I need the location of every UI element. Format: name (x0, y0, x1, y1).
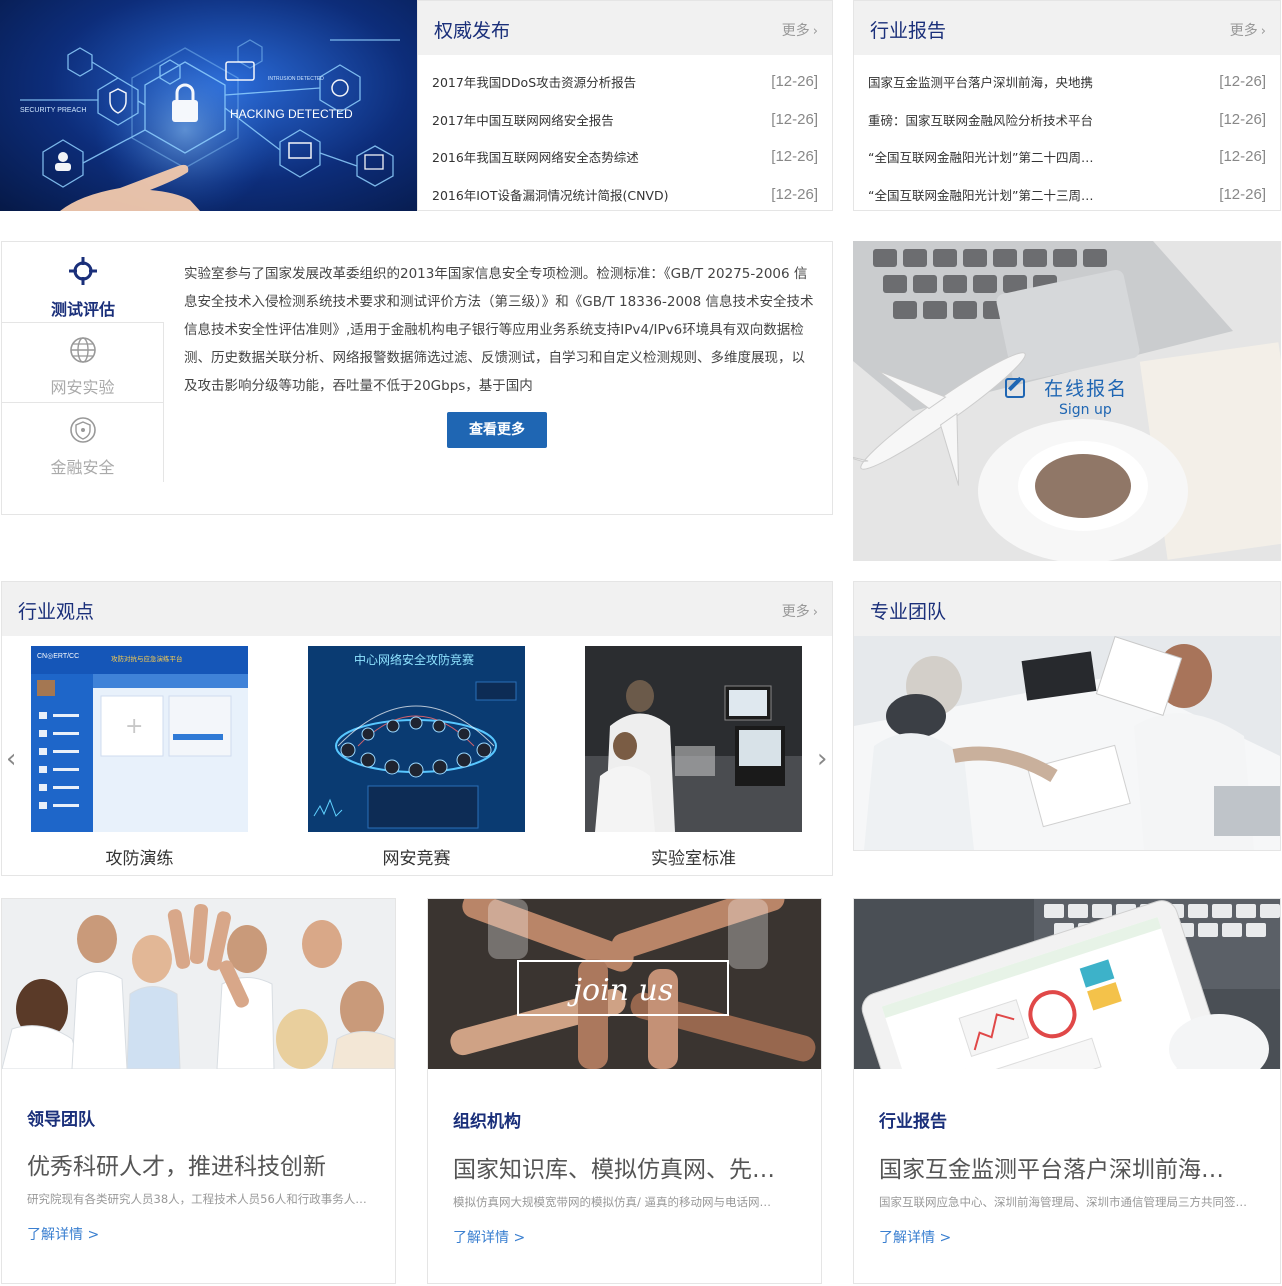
industry-report-panel: 行业报告 更多 › 国家互金监测平台落户深圳前海，央地携 [12-26] 重磅：国家… (853, 0, 1281, 211)
news-item[interactable]: 2017年我国DDoS攻击资源分析报告 [12-26] (432, 63, 818, 101)
news-item[interactable]: 2016年我国互联网网络安全态势综述 [12-26] (432, 138, 818, 176)
tab-content-text: 实验室参与了国家发展改革委组织的2013年国家信息安全专项检测。检测标准：《GB… (184, 266, 814, 394)
hexagon-network-graphic: SECURITY PREACH HACKING DETECTED INTRUSI… (20, 39, 400, 211)
shield-icon (69, 417, 96, 443)
signup-title: 在线报名 (1044, 378, 1129, 400)
authority-news-list: 2017年我国DDoS攻击资源分析报告 [12-26] 2017年中国互联网网络安… (418, 55, 832, 213)
globe-icon (69, 337, 96, 363)
team-title: 专业团队 (870, 601, 947, 623)
news-item[interactable]: “全国互联网金融阳光计划”第二十四周… [12-26] (868, 138, 1266, 176)
team-header: 专业团队 (854, 582, 1280, 636)
signup-subtitle: Sign up (1059, 402, 1112, 418)
card-category: 组织机构 (453, 1112, 521, 1132)
carousel-card-attack-defense[interactable]: CN◎ERT/CC 攻防对抗与应急演练平台 + 攻防演练 (31, 646, 248, 869)
crosshair-icon (69, 257, 97, 285)
tab-label: 网安实验 (50, 378, 115, 397)
tab-financial-security[interactable]: 金融安全 (2, 402, 164, 482)
carousel-next-arrow[interactable]: › (817, 744, 827, 774)
tab-test-evaluation[interactable]: 测试评估 (2, 242, 164, 322)
card-headline[interactable]: 国家知识库、模拟仿真网、先… (453, 1150, 798, 1184)
card-headline[interactable]: 国家互金监测平台落户深圳前海… (879, 1150, 1249, 1184)
edit-icon (1005, 376, 1025, 398)
card-caption: 网安竞赛 (382, 849, 451, 869)
card-description: 模拟仿真网大规模宽带网的模拟仿真/ 逼真的移动网与电话网… (453, 1195, 772, 1209)
news-item[interactable]: “全国互联网金融阳光计划”第二十三周… [12-26] (868, 176, 1266, 214)
learn-more-link[interactable]: 了解详情 > (27, 1224, 99, 1244)
card-caption: 攻防演练 (105, 849, 174, 869)
view-more-button[interactable]: 查看更多 (447, 412, 547, 448)
authority-title: 权威发布 (434, 20, 511, 42)
team-panel: 专业团队 (853, 581, 1281, 851)
team-highfive-photo (2, 899, 395, 1069)
hero-label-intrusion: INTRUSION DETECTED (268, 76, 324, 82)
svg-text:+: + (125, 714, 143, 739)
views-header: 行业观点 更多 › (2, 582, 832, 636)
authority-panel-header: 权威发布 更多 › (418, 1, 832, 55)
hero-label-security: SECURITY PREACH (20, 107, 86, 114)
authority-panel: 权威发布 更多 › 2017年我国DDoS攻击资源分析报告 [12-26] 2017… (417, 0, 833, 211)
leadership-card[interactable]: 领导团队 优秀科研人才，推进科技创新 研究院现有各类研究人员38人，工程技术人员… (1, 898, 396, 1284)
industry-report-header: 行业报告 更多 › (854, 1, 1280, 55)
industry-views-panel: 行业观点 更多 › ‹ › CN◎ERT/CC 攻防对抗与应急演练平台 + 攻防… (1, 581, 833, 876)
tab-network-lab[interactable]: 网安实验 (2, 322, 164, 402)
learn-more-link[interactable]: 了解详情 > (879, 1227, 951, 1247)
tablet-analytics-photo (854, 899, 1280, 1069)
carousel-prev-arrow[interactable]: ‹ (6, 744, 16, 774)
screen-brand: CN◎ERT/CC (37, 653, 79, 660)
join-us-text: join us (567, 973, 674, 1008)
online-signup-banner[interactable]: 在线报名 Sign up (853, 241, 1281, 561)
card-caption: 实验室标准 (651, 849, 736, 869)
signup-label[interactable]: 在线报名 (1005, 374, 1155, 401)
screen-title: 中心网络安全攻防竞赛 (354, 652, 474, 667)
industry-report-title: 行业报告 (870, 20, 947, 42)
hero-label-hacking: HACKING DETECTED (230, 107, 353, 121)
organization-card[interactable]: join us 组织机构 国家知识库、模拟仿真网、先… 模拟仿真网大规模宽带网的… (427, 898, 822, 1284)
desk-laptop-graphic (853, 241, 1281, 561)
industry-report-more-link[interactable]: 更多 › (1230, 20, 1266, 40)
views-carousel: ‹ › CN◎ERT/CC 攻防对抗与应急演练平台 + 攻防演练 中心网络安全攻… (2, 646, 834, 876)
tab-label: 金融安全 (50, 458, 115, 477)
authority-more-link[interactable]: 更多 › (782, 20, 818, 40)
cyber-security-banner: SECURITY PREACH HACKING DETECTED INTRUSI… (0, 0, 417, 211)
services-tab-block: 测试评估 网安实验 金融安全 实验室参与了国家发展改革委组织的2013年国家信息… (1, 241, 833, 515)
competition-screenshot: 中心网络安全攻防竞赛 (308, 646, 525, 832)
screen-title: 攻防对抗与应急演练平台 (111, 654, 183, 663)
card-category: 领导团队 (27, 1110, 95, 1130)
views-more-link[interactable]: 更多 › (782, 601, 818, 621)
news-item[interactable]: 重磅：国家互联网金融风险分析技术平台 [12-26] (868, 101, 1266, 139)
news-item[interactable]: 2017年中国互联网网络安全报告 [12-26] (432, 101, 818, 139)
news-item[interactable]: 国家互金监测平台落户深圳前海，央地携 [12-26] (868, 63, 1266, 101)
card-description: 研究院现有各类研究人员38人，工程技术人员56人和行政事务人… (27, 1192, 367, 1206)
card-description: 国家互联网应急中心、深圳前海管理局、深圳市通信管理局三方共同签… (879, 1195, 1247, 1209)
tab-label: 测试评估 (50, 300, 115, 319)
team-meeting-photo (854, 636, 1280, 850)
card-headline[interactable]: 优秀科研人才，推进科技创新 (27, 1147, 372, 1181)
chevron-right-icon: › (1260, 24, 1266, 39)
carousel-card-competition[interactable]: 中心网络安全攻防竞赛 网安竞赛 (308, 646, 525, 869)
platform-screenshot: CN◎ERT/CC 攻防对抗与应急演练平台 + (31, 646, 248, 832)
news-item[interactable]: 2016年IOT设备漏洞情况统计简报(CNVD) [12-26] (432, 176, 818, 214)
learn-more-link[interactable]: 了解详情 > (453, 1227, 525, 1247)
carousel-card-lab-standard[interactable]: 实验室标准 (585, 646, 802, 869)
chevron-right-icon: › (812, 605, 818, 620)
lab-photo (585, 646, 802, 832)
views-title: 行业观点 (18, 601, 95, 623)
chevron-right-icon: › (812, 24, 818, 39)
join-us-photo: join us (428, 899, 821, 1069)
industry-report-list: 国家互金监测平台落户深圳前海，央地携 [12-26] 重磅：国家互联网金融风险分析… (854, 55, 1280, 213)
card-category: 行业报告 (879, 1112, 947, 1132)
report-card[interactable]: 行业报告 国家互金监测平台落户深圳前海… 国家互联网应急中心、深圳前海管理局、深… (853, 898, 1281, 1284)
